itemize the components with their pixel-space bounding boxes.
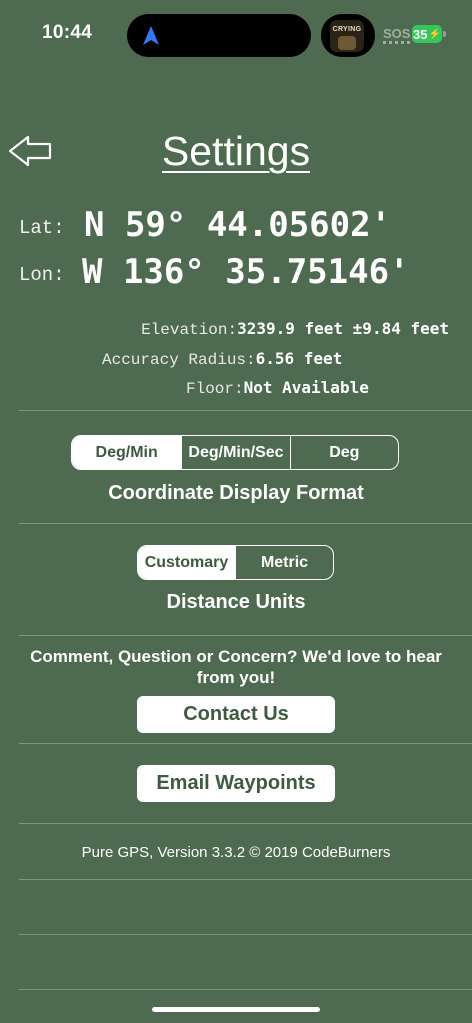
- battery-level: 35: [413, 26, 428, 42]
- signal-dots-icon: [383, 41, 411, 44]
- location-arrow-icon: [143, 26, 159, 45]
- divider: [19, 879, 472, 880]
- distance-units-control[interactable]: Customary Metric: [137, 545, 334, 580]
- home-indicator[interactable]: [152, 1007, 320, 1012]
- divider: [19, 743, 472, 744]
- media-thumbnail-text: CRYING: [332, 26, 362, 33]
- coordinate-format-caption: Coordinate Display Format: [108, 482, 364, 504]
- accuracy-row: Accuracy Radius:6.56 feet: [102, 349, 342, 369]
- floor-row: Floor:Not Available: [186, 378, 369, 398]
- charging-bolt-icon: ⚡: [428, 28, 441, 40]
- floor-label: Floor:: [186, 380, 244, 398]
- version-text: Pure GPS, Version 3.3.2 © 2019 CodeBurne…: [81, 844, 391, 861]
- format-option-deg-min-sec[interactable]: Deg/Min/Sec: [181, 436, 289, 469]
- divider: [19, 989, 472, 990]
- latitude-label: Lat:: [19, 217, 65, 239]
- divider: [19, 934, 472, 935]
- format-option-deg[interactable]: Deg: [289, 436, 398, 469]
- contact-us-button[interactable]: Contact Us: [137, 696, 335, 733]
- accuracy-value: 6.56 feet: [255, 349, 343, 368]
- longitude-label: Lon:: [19, 264, 65, 286]
- floor-value: Not Available: [243, 378, 369, 397]
- divider: [19, 523, 472, 524]
- divider: [19, 823, 472, 824]
- accuracy-label: Accuracy Radius:: [102, 351, 256, 369]
- page-title: Settings: [161, 128, 311, 174]
- distance-units-caption: Distance Units: [166, 591, 306, 613]
- status-time: 10:44: [42, 22, 93, 43]
- elevation-label: Elevation:: [141, 321, 238, 339]
- divider: [19, 410, 472, 411]
- elevation-row: Elevation:3239.9 feet ±9.84 feet: [141, 319, 449, 339]
- longitude-value: W 136° 35.75146': [82, 252, 410, 292]
- coordinate-format-control[interactable]: Deg/Min Deg/Min/Sec Deg: [71, 435, 399, 470]
- media-thumbnail-figure: [338, 36, 356, 50]
- elevation-value: 3239.9 feet ±9.84 feet: [237, 319, 449, 338]
- feedback-prompt: Comment, Question or Concern? We'd love …: [30, 647, 442, 687]
- email-waypoints-button[interactable]: Email Waypoints: [137, 765, 335, 802]
- format-option-deg-min[interactable]: Deg/Min: [72, 436, 182, 469]
- divider: [19, 635, 472, 636]
- units-option-metric[interactable]: Metric: [235, 546, 333, 579]
- sos-indicator: SOS: [383, 26, 411, 41]
- units-option-customary[interactable]: Customary: [138, 546, 235, 579]
- battery-icon: 35 ⚡: [412, 25, 442, 43]
- battery-cap: [443, 31, 446, 37]
- latitude-value: N 59° 44.05602': [84, 205, 392, 245]
